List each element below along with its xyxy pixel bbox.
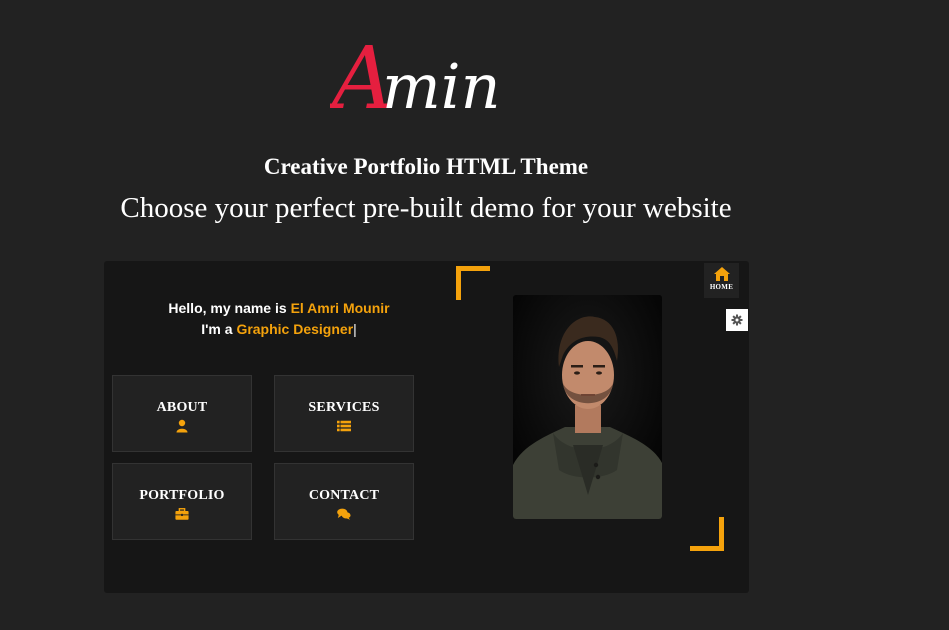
demo-preview[interactable]: Hello, my name is El Amri Mounir I'm a G…: [104, 261, 749, 593]
menu-tile-label: CONTACT: [308, 488, 380, 503]
user-icon: [176, 419, 188, 433]
home-button[interactable]: HOME: [704, 263, 739, 298]
briefcase-icon: [175, 508, 189, 520]
gear-icon: [731, 314, 743, 326]
home-icon: [713, 267, 730, 281]
menu-tile-contact[interactable]: CONTACT: [274, 463, 414, 540]
typing-caret: |: [353, 321, 357, 337]
profile-photo: [513, 295, 662, 519]
site-logo: A min: [330, 28, 530, 120]
intro-line-role: I'm a Graphic Designer|: [104, 319, 454, 340]
frame-corner-top-left: [456, 266, 490, 300]
menu-tile-about[interactable]: ABOUT: [112, 375, 252, 452]
intro-role: Graphic Designer: [236, 321, 354, 337]
menu-tile-label: ABOUT: [156, 400, 208, 415]
menu-tile-label: SERVICES: [308, 400, 380, 415]
page-subtitle: Choose your perfect pre-built demo for y…: [120, 192, 732, 224]
menu-tile-portfolio[interactable]: PORTFOLIO: [112, 463, 252, 540]
intro-line-name: Hello, my name is El Amri Mounir: [104, 298, 454, 319]
comments-icon: [337, 508, 351, 520]
intro-greeting: Hello, my name is: [168, 300, 291, 316]
frame-corner-bottom-right: [690, 517, 724, 551]
list-icon: [337, 420, 351, 432]
settings-button[interactable]: [726, 309, 748, 331]
menu-tile-services[interactable]: SERVICES: [274, 375, 414, 452]
intro-text: Hello, my name is El Amri Mounir I'm a G…: [104, 298, 454, 340]
intro-name: El Amri Mounir: [290, 300, 390, 316]
menu-tile-label: PORTFOLIO: [139, 488, 225, 503]
intro-role-prefix: I'm a: [201, 321, 237, 337]
logo-text: min: [382, 50, 501, 120]
page-tagline: Creative Portfolio HTML Theme: [263, 154, 589, 179]
home-label: HOME: [709, 283, 734, 291]
